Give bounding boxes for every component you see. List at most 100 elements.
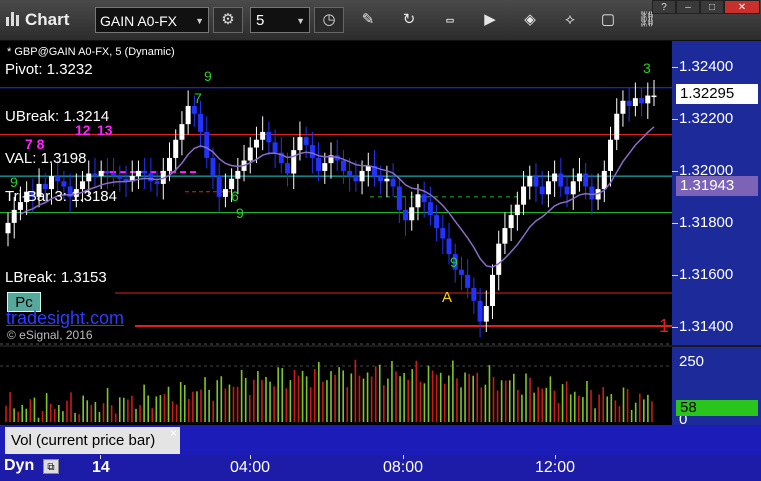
candle-body [179, 124, 185, 140]
close-icon[interactable]: × [170, 426, 177, 440]
candle-body [185, 105, 191, 125]
candle-body [61, 181, 67, 187]
td-count-label: 9 [10, 174, 18, 190]
candle-body [5, 222, 11, 234]
candle-body [390, 178, 396, 187]
candle-body [148, 173, 154, 182]
candle-body [297, 137, 303, 151]
candle-body [409, 207, 415, 221]
lbreak-label: LBreak: 1.3153 [5, 269, 107, 286]
candle-body [614, 113, 620, 140]
candle-body [272, 142, 278, 153]
candle-body [198, 113, 204, 132]
candle-body [427, 202, 433, 216]
candle-body [514, 204, 520, 216]
candle-body [353, 176, 359, 182]
candle-body [167, 157, 172, 171]
candle-body [322, 163, 328, 171]
pivot-label: Pivot: 1.3232 [5, 61, 93, 78]
candle-body [465, 274, 471, 288]
candle-body [86, 173, 92, 182]
candle-body [458, 269, 464, 275]
candle-body [570, 181, 576, 195]
dyn-label: Dyn [4, 457, 35, 474]
volume-bars [5, 359, 653, 422]
price-axis-tick [672, 222, 678, 224]
candle-body [620, 100, 626, 114]
volume-study-label[interactable]: Vol (current price bar) [5, 427, 180, 454]
candle-body [415, 194, 421, 208]
candle-body [92, 173, 98, 177]
candle-body [191, 105, 197, 114]
candle-body [11, 209, 17, 223]
candle-body [396, 186, 402, 210]
candle-body [539, 186, 545, 195]
price-axis-label: 1.32200 [679, 109, 734, 127]
ubreak-label: UBreak: 1.3214 [5, 108, 110, 125]
time-tick-label: 14 [92, 459, 110, 476]
candle-body [477, 300, 483, 322]
candle-body [285, 163, 291, 174]
candle-body [576, 173, 582, 182]
candle-body [235, 170, 241, 179]
annotation-a: A [442, 289, 453, 306]
candle-body [210, 157, 216, 177]
candle-body [117, 176, 123, 179]
price-axis-tick [672, 326, 678, 328]
candle-body [347, 170, 353, 177]
candle-body [446, 238, 452, 255]
candle-body [142, 170, 148, 174]
td-count-label: 9 [204, 68, 212, 84]
candle-body [303, 137, 309, 145]
candle-body [583, 173, 589, 187]
candle-body [626, 100, 632, 106]
candle-body [564, 186, 570, 195]
volume-tick-250: 250 [679, 353, 705, 370]
price-axis-tick [672, 118, 678, 120]
candle-body [502, 228, 508, 244]
candle-body [111, 173, 117, 177]
candle-body [651, 95, 657, 98]
candle-body [173, 139, 179, 158]
candle-body [291, 150, 297, 174]
td-count-label: 7 8 [25, 136, 45, 152]
volume-current-tag: 58 [676, 400, 758, 416]
candle-body [608, 139, 614, 171]
candle-body [55, 176, 61, 182]
candle-body [421, 194, 427, 203]
candle-body [483, 306, 489, 322]
td-count-label: 13 [97, 122, 113, 138]
candle-body [104, 170, 110, 174]
time-axis[interactable] [0, 455, 761, 481]
last-price-tag: 1.32295 [676, 84, 758, 105]
val-label: VAL: 1.3198 [5, 150, 87, 167]
candle-body [204, 131, 210, 158]
candle-body [135, 170, 141, 177]
td-count-label: 12 [75, 122, 91, 138]
candle-body [527, 176, 533, 187]
td-count-label: 9 [236, 205, 244, 221]
price-axis-tick [672, 274, 678, 276]
td-count-label: 3 [643, 60, 651, 76]
vwap-price-tag: 1.31943 [676, 175, 758, 196]
candle-body [359, 170, 365, 182]
candle-body [589, 186, 595, 200]
candle-body [316, 157, 322, 171]
copyright-text: © eSignal, 2016 [7, 328, 93, 342]
candle-body [639, 98, 645, 104]
candle-body [496, 243, 502, 275]
candle-body [247, 147, 253, 161]
price-axis-label: 1.32400 [679, 57, 734, 75]
tradesight-logo[interactable]: tradesight.com [6, 308, 124, 329]
candle-body [632, 98, 638, 106]
candle-body [508, 215, 514, 229]
candle-body [98, 170, 104, 177]
candle-body [309, 144, 315, 158]
candle-body [533, 176, 539, 187]
lock-icon[interactable]: ⧉ [43, 459, 59, 474]
candle-body [601, 170, 607, 190]
candle-body [216, 176, 222, 197]
candle-body [645, 95, 651, 104]
time-tick-label: 04:00 [230, 459, 271, 476]
candle-body [384, 178, 390, 182]
